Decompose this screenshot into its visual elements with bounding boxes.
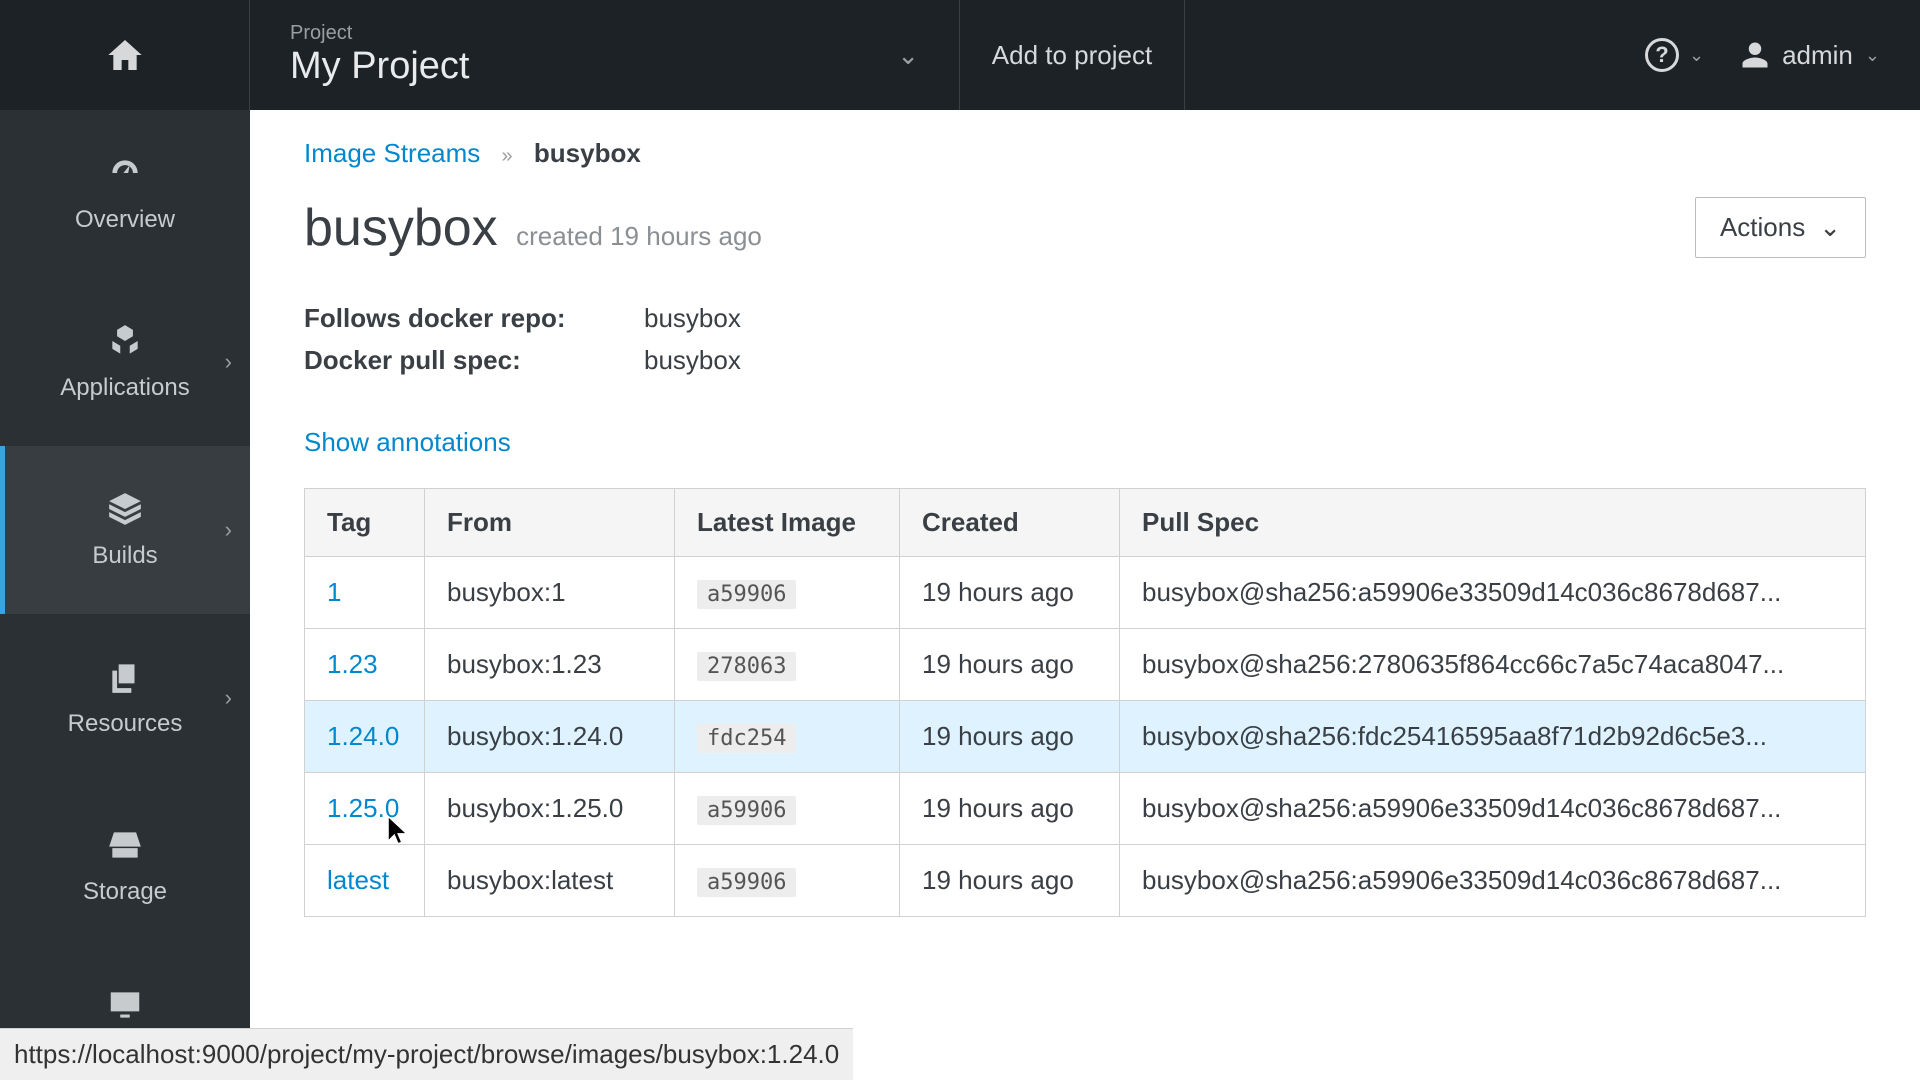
breadcrumb-current: busybox [534, 138, 641, 168]
actions-label: Actions [1720, 212, 1805, 243]
cell-created: 19 hours ago [900, 629, 1120, 701]
table-row[interactable]: 1.24.0 busybox:1.24.0 fdc254 19 hours agobu… [305, 701, 1866, 773]
monitor-icon [106, 986, 144, 1024]
info-block: Follows docker repo: busybox Docker pull… [304, 298, 1866, 381]
cell-pullspec: busybox@sha256:a59906e33509d14c036c8678d… [1120, 845, 1866, 917]
project-label: Project [290, 22, 469, 45]
pullspec-value: busybox [644, 340, 741, 382]
add-to-project-button[interactable]: Add to project [960, 0, 1185, 110]
col-created: Created [900, 489, 1120, 557]
tag-link[interactable]: latest [327, 865, 389, 895]
user-icon [1740, 40, 1770, 70]
user-name: admin [1782, 40, 1853, 71]
table-row[interactable]: 1.23 busybox:1.23 278063 19 hours agobusybo… [305, 629, 1866, 701]
home-button[interactable] [0, 0, 250, 110]
user-menu[interactable]: admin ⌄ [1740, 40, 1880, 71]
cell-pullspec: busybox@sha256:2780635f864cc66c7a5c74aca… [1120, 629, 1866, 701]
project-selector[interactable]: Project My Project ⌄ [250, 0, 960, 110]
home-icon [105, 35, 145, 75]
sidebar-item-builds[interactable]: Builds › [0, 446, 250, 614]
top-bar: Project My Project ⌄ Add to project ? ⌄ … [0, 0, 1920, 110]
tag-link[interactable]: 1 [327, 577, 341, 607]
show-annotations-link[interactable]: Show annotations [304, 427, 511, 458]
table-header-row: Tag From Latest Image Created Pull Spec [305, 489, 1866, 557]
chevron-down-icon: ⌄ [897, 40, 919, 71]
cell-pullspec: busybox@sha256:fdc25416595aa8f71d2b92d6c… [1120, 701, 1866, 773]
sidebar-item-overview[interactable]: Overview [0, 110, 250, 278]
cell-created: 19 hours ago [900, 701, 1120, 773]
image-hash[interactable]: 278063 [697, 652, 796, 681]
col-latest: Latest Image [675, 489, 900, 557]
cell-from: busybox:latest [425, 845, 675, 917]
pullspec-label: Docker pull spec: [304, 340, 644, 382]
image-hash[interactable]: a59906 [697, 868, 796, 897]
cell-created: 19 hours ago [900, 845, 1120, 917]
dashboard-icon [106, 154, 144, 192]
help-icon: ? [1645, 38, 1679, 72]
image-hash[interactable]: fdc254 [697, 724, 796, 753]
layers-icon [106, 490, 144, 528]
breadcrumb-separator: » [502, 145, 513, 167]
cell-pullspec: busybox@sha256:a59906e33509d14c036c8678d… [1120, 773, 1866, 845]
copy-icon [106, 658, 144, 696]
breadcrumb-parent-link[interactable]: Image Streams [304, 138, 480, 168]
image-hash[interactable]: a59906 [697, 796, 796, 825]
breadcrumb: Image Streams » busybox [304, 138, 1866, 169]
sidebar-item-label: Applications [60, 374, 189, 402]
cell-from: busybox:1.23 [425, 629, 675, 701]
page-title: busybox [304, 199, 498, 257]
col-tag: Tag [305, 489, 425, 557]
cell-pullspec: busybox@sha256:a59906e33509d14c036c8678d… [1120, 557, 1866, 629]
cell-created: 19 hours ago [900, 773, 1120, 845]
chevron-down-icon: ⌄ [1865, 45, 1880, 66]
cell-from: busybox:1 [425, 557, 675, 629]
sidebar-item-applications[interactable]: Applications › [0, 278, 250, 446]
created-meta: created 19 hours ago [516, 221, 762, 251]
cell-created: 19 hours ago [900, 557, 1120, 629]
image-hash[interactable]: a59906 [697, 580, 796, 609]
sidebar: Overview Applications › Builds › Resourc… [0, 110, 250, 1080]
chevron-right-icon: › [225, 349, 232, 375]
cubes-icon [106, 322, 144, 360]
sidebar-item-storage[interactable]: Storage [0, 782, 250, 950]
follows-value: busybox [644, 298, 741, 340]
actions-button[interactable]: Actions ⌄ [1695, 197, 1866, 258]
sidebar-item-resources[interactable]: Resources › [0, 614, 250, 782]
follows-label: Follows docker repo: [304, 298, 644, 340]
cell-from: busybox:1.24.0 [425, 701, 675, 773]
chevron-right-icon: › [225, 685, 232, 711]
project-name: My Project [290, 45, 469, 88]
hdd-icon [106, 826, 144, 864]
chevron-down-icon: ⌄ [1819, 212, 1841, 243]
table-row[interactable]: 1 busybox:1 a59906 19 hours agobusybox@sha2… [305, 557, 1866, 629]
chevron-down-icon: ⌄ [1689, 45, 1704, 66]
chevron-right-icon: › [225, 517, 232, 543]
table-row[interactable]: 1.25.0 busybox:1.25.0 a59906 19 hours agobu… [305, 773, 1866, 845]
cell-from: busybox:1.25.0 [425, 773, 675, 845]
sidebar-item-label: Resources [68, 710, 183, 738]
col-from: From [425, 489, 675, 557]
sidebar-item-label: Builds [92, 542, 157, 570]
tag-link[interactable]: 1.23 [327, 649, 378, 679]
col-pull: Pull Spec [1120, 489, 1866, 557]
main-content: Image Streams » busybox busybox created … [250, 110, 1920, 1080]
help-menu[interactable]: ? ⌄ [1645, 38, 1704, 72]
status-bar-url: https://localhost:9000/project/my-projec… [0, 1028, 853, 1080]
table-row[interactable]: latest busybox:latest a59906 19 hours agobu… [305, 845, 1866, 917]
tag-link[interactable]: 1.25.0 [327, 793, 399, 823]
sidebar-item-label: Overview [75, 206, 175, 234]
tags-table: Tag From Latest Image Created Pull Spec … [304, 488, 1866, 917]
sidebar-item-label: Storage [83, 878, 167, 906]
tag-link[interactable]: 1.24.0 [327, 721, 399, 751]
